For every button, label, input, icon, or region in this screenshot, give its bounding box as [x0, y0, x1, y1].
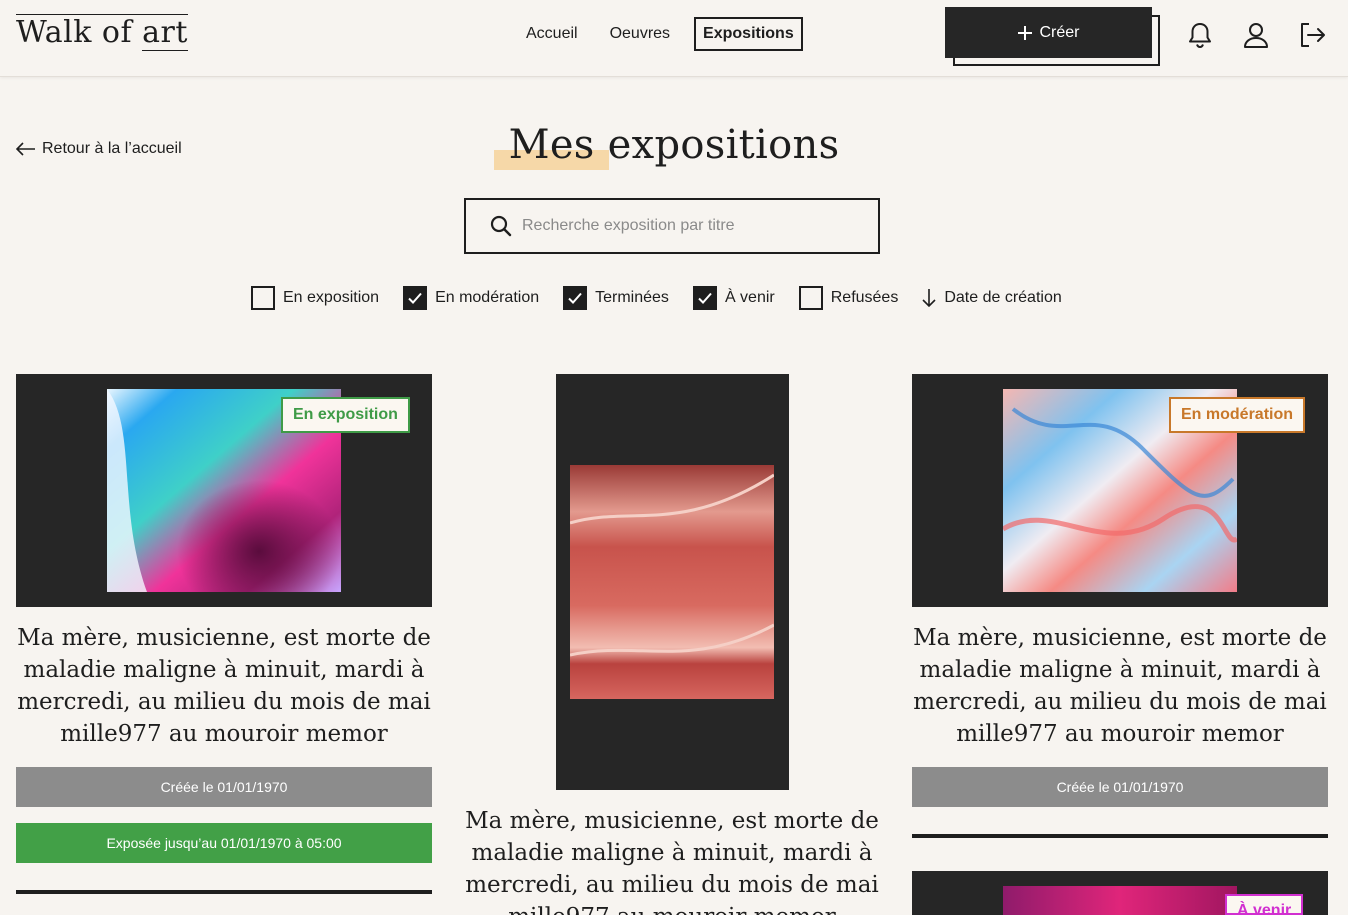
- status-badge: En exposition: [281, 397, 410, 433]
- check-icon: [698, 292, 712, 304]
- checkbox-terminees[interactable]: [563, 286, 588, 310]
- main-nav: Accueil Oeuvres Expositions: [518, 17, 819, 51]
- filter-bar: En exposition En modération Terminées À …: [251, 285, 1062, 311]
- page-title: Mes expositions: [508, 122, 840, 168]
- search-box: [464, 198, 880, 254]
- filter-label: Terminées: [595, 289, 669, 306]
- filter-terminees[interactable]: Terminées: [563, 286, 669, 310]
- card-divider: [912, 834, 1328, 838]
- check-icon: [408, 292, 422, 304]
- created-date-bar: Créée le 01/01/1970: [16, 767, 432, 807]
- bell-icon[interactable]: [1185, 20, 1215, 50]
- filter-label: En modération: [435, 289, 540, 306]
- filter-refusees[interactable]: Refusées: [798, 286, 899, 310]
- create-button-label: Créer: [1039, 23, 1080, 41]
- exposed-until-bar: Exposée jusqu’au 01/01/1970 à 05:00: [16, 823, 432, 863]
- filter-a-venir[interactable]: À venir: [692, 286, 775, 310]
- user-icon[interactable]: [1241, 20, 1271, 50]
- sort-toggle[interactable]: Date de création: [922, 288, 1062, 308]
- filter-label: Refusées: [830, 289, 899, 306]
- checkbox-a-venir[interactable]: [692, 286, 717, 310]
- nav-oeuvres[interactable]: Oeuvres: [602, 17, 678, 51]
- checkbox-en-exposition[interactable]: [251, 286, 275, 310]
- top-header: Walk of art Accueil Oeuvres Expositions …: [0, 0, 1348, 77]
- artwork-image: [570, 465, 774, 699]
- filter-label: À venir: [724, 289, 775, 306]
- search-input[interactable]: [522, 217, 862, 235]
- checkbox-en-moderation[interactable]: [403, 286, 428, 310]
- status-badge: En modération: [1169, 397, 1306, 433]
- created-date-bar: Créée le 01/01/1970: [912, 767, 1328, 807]
- filter-label: En exposition: [283, 289, 380, 306]
- create-button[interactable]: Créer: [945, 7, 1152, 58]
- search-icon: [490, 215, 512, 237]
- filter-en-moderation[interactable]: En modération: [403, 286, 539, 310]
- status-badge: À venir: [1225, 894, 1304, 915]
- checkbox-refusees[interactable]: [798, 286, 823, 310]
- exhibition-title[interactable]: Ma mère, musicienne, est morte de maladi…: [16, 622, 432, 750]
- logout-icon[interactable]: [1297, 20, 1327, 50]
- plus-icon: [1018, 25, 1033, 40]
- check-icon: [568, 292, 582, 304]
- filter-en-exposition[interactable]: En exposition: [251, 286, 379, 310]
- nav-expositions[interactable]: Expositions: [694, 17, 803, 51]
- arrow-down-icon: [922, 289, 936, 308]
- logo-text-part1: Walk of: [16, 15, 143, 50]
- logo[interactable]: Walk of art: [16, 14, 188, 51]
- nav-accueil[interactable]: Accueil: [518, 17, 586, 51]
- logo-text-part2: art: [142, 15, 188, 51]
- exhibition-title[interactable]: Ma mère, musicienne, est morte de maladi…: [912, 622, 1328, 750]
- card-divider: [16, 890, 432, 894]
- sort-label: Date de création: [944, 289, 1062, 306]
- exhibition-title[interactable]: Ma mère, musicienne, est morte de maladi…: [464, 805, 880, 915]
- create-button-wrapper: Créer: [945, 7, 1160, 67]
- artwork-image: [1003, 886, 1237, 915]
